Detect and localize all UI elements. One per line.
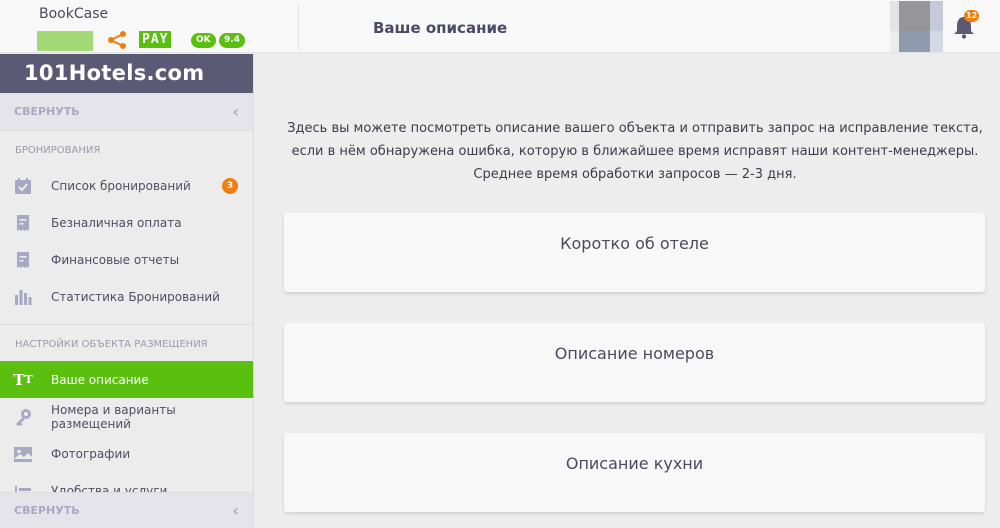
receipt-icon	[13, 213, 33, 233]
brand-name: BookCase	[39, 6, 109, 22]
intro-line: Среднее время обработки запросов — 2-3 д…	[473, 167, 797, 182]
card-title: Описание номеров	[554, 344, 715, 363]
sidebar-item-photos[interactable]: Фотографии	[0, 435, 253, 472]
sidebar-item-your-description[interactable]: TT Ваше описание	[0, 361, 253, 398]
card-rooms-description[interactable]: Описание номеров	[284, 323, 985, 402]
chevron-left-icon: ‹	[232, 102, 239, 121]
intro-text: Здесь вы можете посмотреть описание ваше…	[270, 117, 1000, 186]
sidebar-item-label: Список бронирований	[51, 178, 191, 193]
collapse-label: СВЕРНУТЬ	[14, 105, 80, 118]
rating-badge: 9.4	[219, 33, 245, 48]
intro-line: Здесь вы можете посмотреть описание ваше…	[287, 121, 983, 136]
key-icon	[13, 407, 33, 427]
brand-logo	[37, 31, 93, 51]
collapse-sidebar-button[interactable]: СВЕРНУТЬ ‹	[0, 93, 253, 131]
sidebar-item-cashless-payment[interactable]: Безналичная оплата	[0, 204, 253, 241]
pay-badge[interactable]: PAY	[139, 31, 172, 48]
intro-line: если в нём обнаружена ошибка, которую в …	[291, 144, 979, 159]
sidebar: 101Hotels.com СВЕРНУТЬ ‹ БРОНИРОВАНИЯ Сп…	[0, 54, 254, 528]
section-title-bookings: БРОНИРОВАНИЯ	[15, 145, 101, 156]
card-title: Коротко об отеле	[560, 234, 709, 253]
sidebar-item-label: Ваше описание	[51, 372, 149, 387]
sidebar-item-label: Статистика Бронирований	[51, 289, 220, 304]
sidebar-item-label: Фотографии	[51, 446, 131, 461]
notification-count-badge: 12	[964, 10, 980, 22]
sidebar-logo[interactable]: 101Hotels.com	[0, 54, 253, 93]
bar-chart-icon	[13, 287, 33, 307]
header-divider	[298, 4, 299, 50]
avatar[interactable]	[890, 1, 943, 52]
bookings-count-badge: 3	[222, 178, 238, 194]
receipt-icon	[13, 250, 33, 270]
sidebar-item-financial-reports[interactable]: Финансовые отчеты	[0, 241, 253, 278]
sidebar-item-rooms[interactable]: Номера и варианты размещений	[0, 398, 253, 435]
sidebar-item-booking-statistics[interactable]: Статистика Бронирований	[0, 278, 253, 315]
top-bar: BookCase PAY OK 9.4 Ваше описание 12	[0, 0, 1000, 53]
collapse-sidebar-button-bottom[interactable]: СВЕРНУТЬ ‹	[0, 492, 253, 528]
text-format-icon: TT	[13, 370, 33, 389]
chevron-left-icon: ‹	[232, 501, 239, 520]
card-kitchen-description[interactable]: Описание кухни	[284, 433, 985, 512]
share-icon[interactable]	[106, 30, 128, 50]
image-icon	[13, 444, 33, 464]
sidebar-item-bookings-list[interactable]: Список бронирований 3	[0, 167, 253, 204]
card-hotel-summary[interactable]: Коротко об отеле	[284, 213, 985, 292]
card-title: Описание кухни	[565, 454, 704, 473]
page-title: Ваше описание	[373, 19, 508, 37]
collapse-label: СВЕРНУТЬ	[14, 504, 80, 517]
sidebar-item-label: Номера и варианты размещений	[51, 402, 176, 431]
section-title-property-settings: НАСТРОЙКИ ОБЪЕКТА РАЗМЕЩЕНИЯ	[15, 339, 208, 350]
ok-badge: OK	[191, 33, 216, 48]
sidebar-item-label: Финансовые отчеты	[51, 252, 180, 267]
calendar-check-icon	[13, 176, 33, 196]
sidebar-item-label: Безналичная оплата	[51, 215, 182, 230]
